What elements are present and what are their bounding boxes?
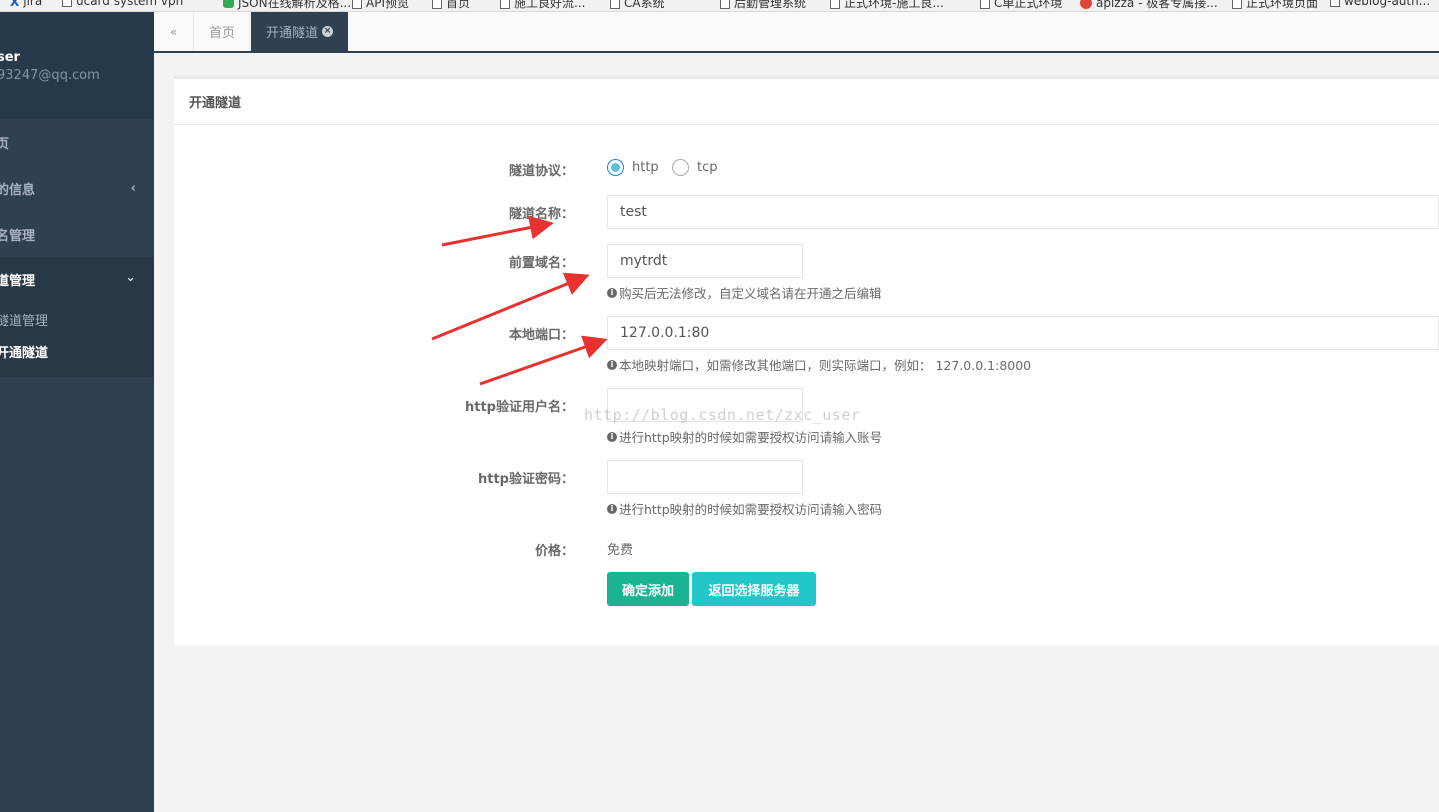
page-icon [62,0,72,7]
auth-user-help: i 进行http映射的时候如需要授权访问请输入账号 [607,427,882,446]
bookmark-item[interactable]: JSON在线解析及格... [223,0,351,11]
radio-tcp[interactable]: tcp [672,159,718,176]
bookmark-item[interactable]: 后勤管理系统 [720,0,806,11]
bookmark-label: CA系统 [624,0,665,10]
bookmark-label: C单正式环境 [994,0,1063,10]
page-icon [500,0,510,9]
bookmark-item[interactable]: 施工良好流... [500,0,585,11]
help-text: 购买后无法修改，自定义域名请在开通之后编辑 [619,286,882,301]
bookmark-item[interactable]: apizza - 极客专属接... [1080,0,1218,11]
info-icon: i [607,287,617,298]
sidebar-item-domain[interactable]: 名管理 [0,211,154,257]
sidebar: ser 93247@qq.com 页 的信息 ‹ 名管理 道管理 ⌄ 隧道管理 … [0,12,154,812]
user-email: 93247@qq.com [0,68,100,83]
bookmark-item[interactable]: C单正式环境 [980,0,1062,11]
bookmark-label: 正式环境-施工良... [844,0,944,10]
tab-scroll-left-icon[interactable]: « [154,12,194,51]
bookmark-label: weblog-auth... [1344,0,1431,8]
sidebar-item-label: 页 [0,136,10,152]
auth-pass-label: http验证密码： [478,472,574,487]
radio-http[interactable]: http [607,159,659,176]
bookmark-item[interactable]: 正式环境页面 [1232,0,1318,11]
app-icon-x: X [10,0,20,9]
help-text: 进行http映射的时候如需要授权访问请输入密码 [619,502,883,517]
auth-pass-help: i 进行http映射的时候如需要授权访问请输入密码 [607,499,882,518]
page-icon [1330,0,1340,7]
close-icon[interactable]: × [322,26,333,37]
bookmark-label: API预览 [366,0,409,10]
red-icon [1080,0,1092,9]
sidebar-item-label: 名管理 [0,228,36,244]
price-label: 价格： [534,544,574,559]
port-input[interactable]: 127.0.0.1:80 [607,316,1439,350]
sidebar-group-tunnel: 道管理 ⌄ 隧道管理 开通隧道 [0,257,154,377]
radio-checked-icon [607,159,624,176]
page-icon [830,0,840,9]
bookmark-label: 后勤管理系统 [734,0,807,10]
chevron-left-icon: ‹ [130,180,136,196]
bookmark-label: ucard system vpn [76,0,184,8]
page-icon [1232,0,1242,9]
tab-open-tunnel[interactable]: 开通隧道 × [251,12,348,51]
port-help: i 本地映射端口，如需修改其他端口，则实际端口，例如： 127.0.0.1:80… [607,355,1031,374]
info-icon: i [607,359,617,370]
sidebar-item-label: 的信息 [0,182,36,198]
bookmark-item[interactable]: 首页 [432,0,470,11]
bookmark-label: 首页 [446,0,471,10]
domain-help: i 购买后无法修改，自定义域名请在开通之后编辑 [607,283,882,302]
radio-label: http [632,160,659,175]
sidebar-subitem-tunnel-list[interactable]: 隧道管理 [0,310,48,329]
tab-home[interactable]: 首页 [195,12,250,51]
page-icon [432,0,442,9]
page-icon [610,0,620,9]
help-text: 进行http映射的时候如需要授权访问请输入账号 [619,430,883,445]
bookmark-item[interactable]: 正式环境-施工良... [830,0,944,11]
watermark: http://blog.csdn.net/zxc_user [584,406,861,424]
submit-button[interactable]: 确定添加 [607,572,689,606]
help-text: 本地映射端口，如需修改其他端口，则实际端口，例如： 127.0.0.1:8000 [619,358,1032,373]
tunnel-name-label: 隧道名称： [508,207,574,222]
bookmark-label: 施工良好流... [514,0,586,10]
tunnel-name-input[interactable]: test [607,195,1439,229]
bookmark-label: 正式环境页面 [1246,0,1319,10]
auth-pass-input[interactable] [607,460,803,494]
panel-title: 开通隧道 [174,79,1439,125]
port-label: 本地端口： [508,328,574,343]
domain-label: 前置域名： [508,256,574,271]
protocol-label: 隧道协议： [508,164,574,179]
price-value: 免费 [607,543,634,558]
sidebar-item-home[interactable]: 页 [0,119,154,165]
bookmark-label: jira [23,0,43,8]
user-profile: ser 93247@qq.com [0,12,154,119]
green-icon [223,0,234,8]
radio-unchecked-icon [672,159,689,176]
bookmark-item[interactable]: API预览 [352,0,409,11]
back-to-servers-button[interactable]: 返回选择服务器 [692,572,816,606]
radio-label: tcp [697,160,718,175]
sidebar-item-tunnel-management[interactable]: 道管理 [0,270,35,289]
sidebar-subitem-open-tunnel[interactable]: 开通隧道 [0,342,48,361]
page-icon [980,0,990,9]
bookmark-item[interactable]: ucard system vpn [62,0,183,8]
info-icon: i [607,503,617,514]
user-name: ser [0,50,20,65]
info-icon: i [607,431,617,442]
sidebar-item-info[interactable]: 的信息 ‹ [0,165,154,211]
bookmark-item[interactable]: CA系统 [610,0,665,11]
bookmark-label: JSON在线解析及格... [238,0,352,10]
page-icon [720,0,730,9]
chevron-down-icon: ⌄ [125,270,136,285]
bookmark-item[interactable]: weblog-auth... [1330,0,1430,8]
tab-label: 开通隧道 [265,26,318,41]
auth-user-label: http验证用户名： [465,400,574,415]
tab-bar: « 首页 开通隧道 × [154,12,1439,53]
bookmark-label: apizza - 极客专属接... [1096,0,1218,10]
domain-input[interactable]: mytrdt [607,244,803,278]
bookmarks-bar: Xjira ucard system vpn JSON在线解析及格... API预览 首… [0,0,1439,12]
bookmark-item[interactable]: Xjira [10,0,43,9]
page-icon [352,0,362,9]
